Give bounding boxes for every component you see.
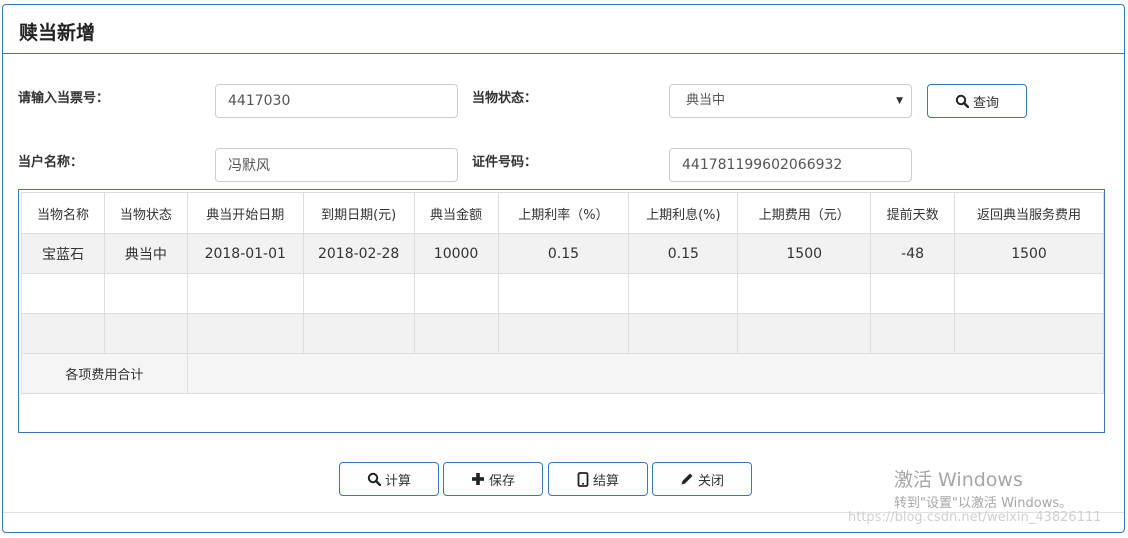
table-cell: 0.15 <box>497 233 630 274</box>
calculate-button[interactable]: 计算 <box>339 462 439 496</box>
panel-header: 赎当新增 <box>3 5 1124 54</box>
query-button[interactable]: 查询 <box>927 84 1027 118</box>
table-cell: 宝蓝石 <box>21 233 105 274</box>
id-number-label: 证件号码： <box>472 155 538 170</box>
calculate-button-label: 计算 <box>384 473 411 489</box>
column-header: 到期日期(元) <box>302 192 415 234</box>
column-header: 上期利率（%） <box>497 192 630 234</box>
empty-cell <box>302 313 415 354</box>
ticket-number-input[interactable] <box>215 84 458 118</box>
column-header: 典当开始日期 <box>186 192 304 234</box>
empty-cell <box>497 273 630 314</box>
status-label: 当物状态： <box>472 91 538 106</box>
empty-cell <box>737 313 872 354</box>
plus-icon <box>471 473 484 485</box>
pawn-items-table: 当物名称 当物状态 典当开始日期 到期日期(元) 典当金额 上期利率（%） 上期… <box>21 192 1105 394</box>
windows-activation-subtitle: 转到"设置"以激活 Windows。 <box>894 496 1073 511</box>
column-header: 返回典当服务费用 <box>954 192 1104 234</box>
table-cell: 10000 <box>413 233 499 274</box>
table-row-empty <box>21 313 1104 354</box>
table-cell: 1500 <box>737 233 872 274</box>
pencil-icon <box>681 473 693 485</box>
status-selected-value: 典当中 <box>686 93 726 108</box>
caret-down-icon: ▼ <box>896 96 903 106</box>
table-header-row: 当物名称 当物状态 典当开始日期 到期日期(元) 典当金额 上期利率（%） 上期… <box>21 192 1104 234</box>
close-button-label: 关闭 <box>697 473 724 489</box>
empty-cell <box>21 313 105 354</box>
page-title: 赎当新增 <box>19 22 96 44</box>
id-number-input[interactable] <box>669 148 912 182</box>
table-cell: 1500 <box>954 233 1104 274</box>
column-header: 提前天数 <box>870 192 956 234</box>
table-row-empty <box>21 273 1104 314</box>
empty-cell <box>628 273 739 314</box>
empty-cell <box>302 273 415 314</box>
empty-cell <box>954 313 1104 354</box>
column-header: 当物名称 <box>21 192 105 234</box>
empty-cell <box>870 313 956 354</box>
settle-button[interactable]: 结算 <box>548 462 648 496</box>
save-button-label: 保存 <box>488 473 515 489</box>
column-header: 上期利息(%) <box>628 192 739 234</box>
table-row[interactable]: 宝蓝石 典当中 2018-01-01 2018-02-28 10000 0.15… <box>21 233 1104 274</box>
table-cell: -48 <box>870 233 956 274</box>
table-cell: 0.15 <box>628 233 739 274</box>
save-button[interactable]: 保存 <box>443 462 543 496</box>
column-header: 当物状态 <box>103 192 188 234</box>
summary-label: 各项费用合计 <box>21 353 188 394</box>
query-button-label: 查询 <box>972 95 999 111</box>
summary-row: 各项费用合计 <box>21 353 1105 394</box>
column-header: 上期费用（元） <box>737 192 872 234</box>
empty-cell <box>870 273 956 314</box>
summary-value <box>186 353 1105 394</box>
customer-name-label: 当户名称： <box>18 155 84 170</box>
search-icon <box>367 472 381 486</box>
empty-cell <box>186 313 304 354</box>
close-button[interactable]: 关闭 <box>652 462 752 496</box>
empty-cell <box>103 313 188 354</box>
empty-cell <box>737 273 872 314</box>
table-cell: 2018-01-01 <box>186 233 304 274</box>
empty-cell <box>413 273 499 314</box>
status-select[interactable]: 典当中 ▼ <box>669 84 912 118</box>
empty-cell <box>413 313 499 354</box>
ticket-number-label: 请输入当票号： <box>18 91 110 106</box>
windows-activation-title: 激活 Windows <box>894 469 1023 491</box>
settle-button-label: 结算 <box>592 473 619 489</box>
table-cell: 2018-02-28 <box>302 233 415 274</box>
blog-url-watermark: https://blog.csdn.net/weixin_43826111 <box>848 510 1102 525</box>
table-cell: 典当中 <box>103 233 188 274</box>
empty-cell <box>21 273 105 314</box>
empty-cell <box>954 273 1104 314</box>
empty-cell <box>497 313 630 354</box>
column-header: 典当金额 <box>413 192 499 234</box>
phone-icon <box>577 471 589 487</box>
customer-name-input[interactable] <box>215 148 458 182</box>
empty-cell <box>628 313 739 354</box>
empty-cell <box>186 273 304 314</box>
pawn-items-table-container: 当物名称 当物状态 典当开始日期 到期日期(元) 典当金额 上期利率（%） 上期… <box>18 189 1105 433</box>
empty-cell <box>103 273 188 314</box>
search-icon <box>955 94 969 108</box>
